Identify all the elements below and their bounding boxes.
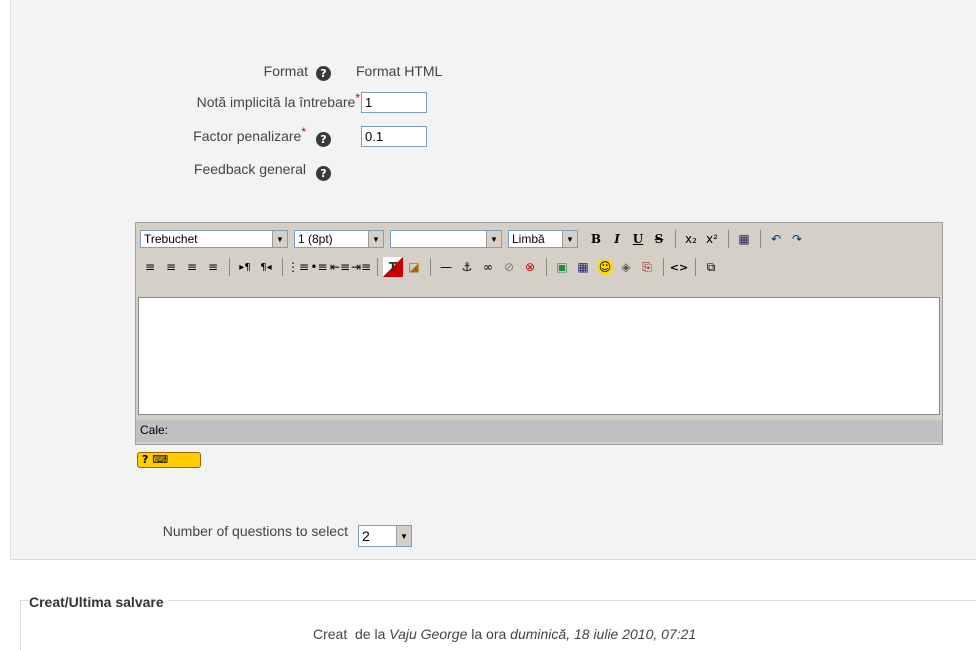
insert-char-button[interactable]: ◈ [616,257,636,277]
editor-textarea[interactable] [138,297,940,415]
ltr-button[interactable]: ▸¶ [235,257,255,277]
chevron-down-icon: ▼ [272,231,287,247]
feedback-help-icon[interactable]: ? [316,166,331,181]
heading-select[interactable]: ▼ [390,230,502,248]
unlink-button[interactable]: ⊘ [499,257,519,277]
penalty-label: Factor penalizare* [193,125,306,144]
chevron-down-icon: ▼ [486,231,501,247]
indent-button[interactable]: ⇥≡ [351,257,371,277]
toolbar-separator [430,258,431,276]
html-source-button[interactable]: <> [669,257,689,277]
format-value: Format HTML [356,63,443,79]
chevron-down-icon: ▼ [396,526,411,546]
editor-path-bar: Cale: [136,420,942,442]
html-editor: Trebuchet ▼ 1 (8pt) ▼ ▼ Limbă ▼ B I U S x₂ … [135,222,943,445]
nolink-button[interactable]: ⊗ [520,257,540,277]
default-mark-label: Notă implicită la întrebare* [196,91,360,110]
insert-image-button[interactable]: ▣ [552,257,572,277]
created-date: duminică, 18 iulie 2010, 07:21 [510,626,697,642]
language-select[interactable]: Limbă ▼ [508,230,578,248]
required-marker: * [301,125,306,139]
unordered-list-button[interactable]: •≡ [309,257,329,277]
text-color-button[interactable]: T [383,257,403,277]
format-help-icon[interactable]: ? [316,66,331,81]
undo-button[interactable]: ↶ [766,229,786,249]
select-count-select[interactable]: 2 ▼ [358,525,412,547]
feedback-label: Feedback general [193,161,306,177]
outdent-button[interactable]: ⇤≡ [330,257,350,277]
created-middle: la ora [471,626,507,642]
penalty-help-icon[interactable]: ? [316,132,331,147]
rtl-button[interactable]: ¶◂ [256,257,276,277]
editor-toolbar-row-1: Trebuchet ▼ 1 (8pt) ▼ ▼ Limbă ▼ B I U S x₂ … [140,227,808,251]
anchor-button[interactable]: ⚓ [457,257,477,277]
align-left-button[interactable]: ≡ [140,257,160,277]
insert-table-button[interactable]: ▦ [573,257,593,277]
penalty-input[interactable]: 0.1 [361,126,427,147]
bold-button[interactable]: B [586,229,606,249]
superscript-button[interactable]: x² [702,229,722,249]
select-count-label: Number of questions to select [162,523,348,539]
toolbar-separator [675,230,676,248]
default-mark-input[interactable]: 1 [361,92,427,113]
required-marker: * [355,91,360,105]
insert-link-button[interactable]: ∞ [478,257,498,277]
fullscreen-button[interactable]: ⧉ [701,257,721,277]
created-info: Creat de la Vaju George la ora duminică,… [313,626,696,642]
toolbar-separator [377,258,378,276]
toolbar-separator [760,230,761,248]
redo-button[interactable]: ↷ [787,229,807,249]
justify-button[interactable]: ≡ [203,257,223,277]
chevron-down-icon: ▼ [562,231,577,247]
toolbar-separator [282,258,283,276]
editor-toolbar-row-2: ≡ ≡ ≡ ≡ ▸¶ ¶◂ ⋮≡ •≡ ⇤≡ ⇥≡ T ◪ — ⚓ ∞ ⊘ ⊗ … [140,255,722,279]
chevron-down-icon: ▼ [368,231,383,247]
format-label: Format [263,63,308,79]
horizontal-rule-button[interactable]: — [436,257,456,277]
smiley-button[interactable]: ☺ [597,259,613,275]
created-legend: Creat/Ultima salvare [29,594,168,610]
search-replace-button[interactable]: ⎘ [637,257,657,277]
created-label: Creat [313,626,348,642]
toolbar-separator [695,258,696,276]
align-right-button[interactable]: ≡ [182,257,202,277]
font-select[interactable]: Trebuchet ▼ [140,230,288,248]
strikethrough-button[interactable]: S [649,229,669,249]
underline-button[interactable]: U [628,229,648,249]
created-prefix: de la [355,626,386,642]
italic-button[interactable]: I [607,229,627,249]
size-select[interactable]: 1 (8pt) ▼ [294,230,384,248]
toolbar-separator [663,258,664,276]
paste-word-button[interactable]: ▦ [734,229,754,249]
created-author: Vaju George [389,626,468,642]
align-center-button[interactable]: ≡ [161,257,181,277]
toolbar-separator [546,258,547,276]
toolbar-separator [229,258,230,276]
background-color-button[interactable]: ◪ [404,257,424,277]
toolbar-separator [728,230,729,248]
ordered-list-button[interactable]: ⋮≡ [287,257,309,277]
keyboard-help-icon[interactable]: ? ⌨ [137,452,201,468]
subscript-button[interactable]: x₂ [681,229,701,249]
